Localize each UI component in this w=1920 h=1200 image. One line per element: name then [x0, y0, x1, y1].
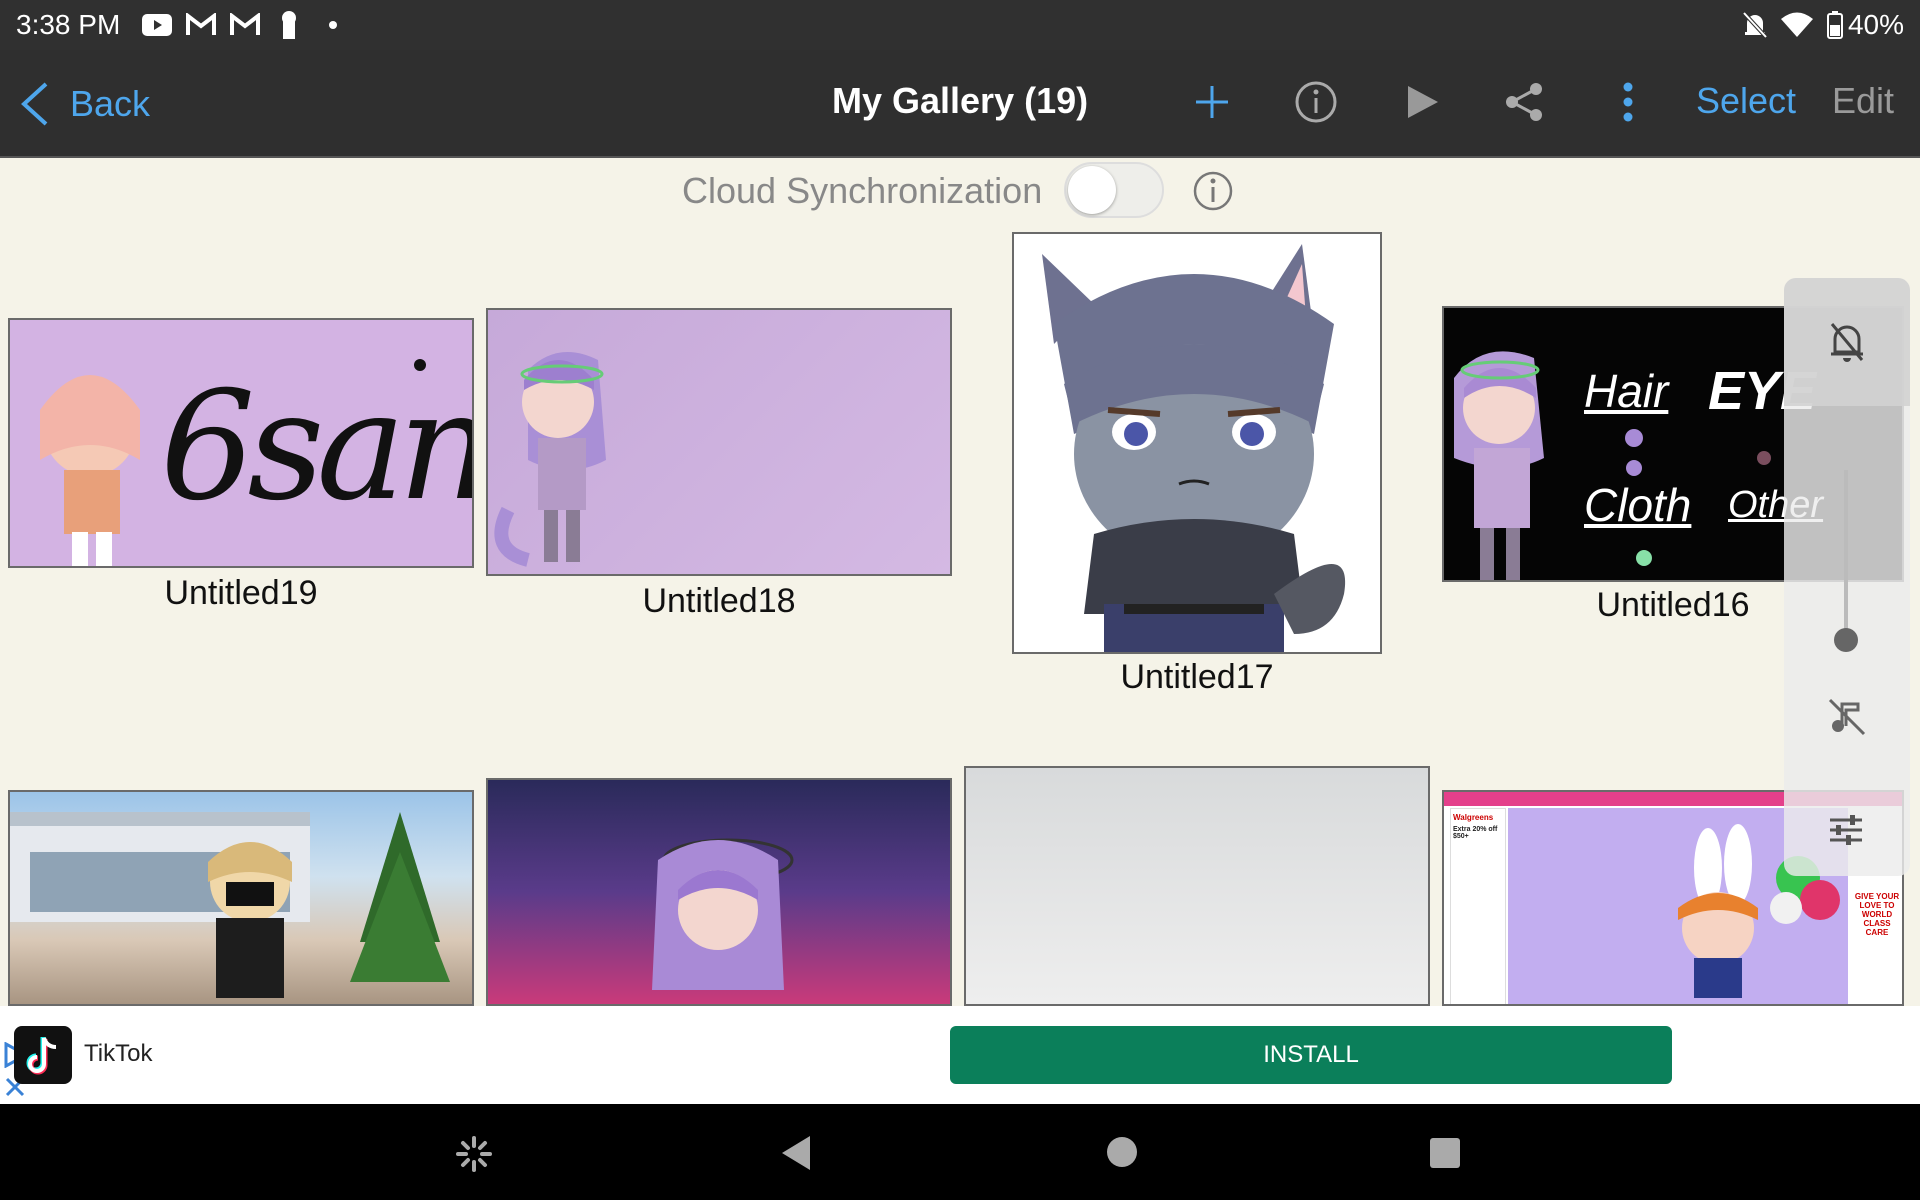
battery-icon	[1818, 10, 1852, 40]
gallery-thumbnail[interactable]	[486, 308, 952, 576]
info-button[interactable]	[1286, 72, 1346, 132]
volume-panel	[1784, 278, 1910, 876]
status-time: 3:38 PM	[16, 9, 121, 40]
navigation-bar	[0, 1104, 1920, 1200]
play-icon	[1408, 86, 1438, 118]
dot-icon	[316, 10, 350, 40]
gallery-thumbnail[interactable]	[486, 778, 952, 1006]
gallery-thumbnail[interactable]	[1012, 232, 1382, 654]
thumbnail-text: 6san	[160, 360, 474, 534]
share-icon	[1506, 83, 1542, 121]
more-vertical-icon	[1623, 82, 1633, 122]
gallery-item-title: Untitled17	[1120, 658, 1274, 696]
top-bar: Back My Gallery (19) Select Edit	[0, 50, 1920, 158]
youtube-icon	[140, 10, 174, 40]
gmail-icon	[228, 10, 262, 40]
ad-banner: TikTok INSTALL	[0, 1006, 1920, 1104]
info-icon	[1193, 171, 1233, 211]
gmail-icon	[184, 10, 218, 40]
nav-recents-button[interactable]	[1430, 1138, 1460, 1173]
ad-app-name: TikTok	[84, 1040, 153, 1067]
music-off-icon	[1828, 698, 1866, 736]
sound-settings-button[interactable]	[1828, 814, 1864, 851]
accessibility-button[interactable]	[454, 1134, 494, 1179]
bell-off-icon	[1738, 10, 1772, 40]
gallery-thumbnail[interactable]: 6san	[8, 318, 474, 568]
character-art	[652, 838, 794, 990]
ringer-mode-button[interactable]	[1784, 278, 1910, 406]
accessibility-icon	[456, 1136, 492, 1172]
keyhole-icon	[272, 10, 306, 40]
cloud-sync-row: Cloud Synchronization	[0, 160, 1920, 220]
character-art	[494, 352, 606, 567]
cloud-sync-info-button[interactable]	[1192, 170, 1234, 217]
add-button[interactable]	[1182, 72, 1242, 132]
status-bar: 3:38 PM 40%	[0, 0, 1920, 50]
info-icon	[1295, 81, 1337, 123]
battery-percent: 40%	[1847, 9, 1904, 40]
wifi-icon	[1780, 10, 1814, 40]
volume-slider-thumb[interactable]	[1834, 628, 1858, 652]
volume-slider-track[interactable]	[1844, 470, 1848, 630]
chevron-left-icon	[21, 82, 48, 126]
home-circle-icon	[1107, 1137, 1137, 1167]
edit-button[interactable]: Edit	[1832, 80, 1894, 122]
media-mute-button[interactable]	[1826, 696, 1868, 743]
gallery-item-title: Untitled19	[164, 574, 318, 612]
ad-sidebar: Walgreens Extra 20% off $50+	[1450, 808, 1506, 1004]
nav-back-button[interactable]	[780, 1134, 814, 1177]
back-button[interactable]: Back	[18, 80, 150, 128]
thumbnail-text: Hair	[1584, 365, 1669, 417]
back-triangle-icon	[782, 1136, 810, 1170]
recents-square-icon	[1430, 1138, 1460, 1168]
equalizer-icon	[1830, 815, 1862, 845]
nav-home-button[interactable]	[1106, 1136, 1138, 1173]
back-label: Back	[70, 83, 151, 124]
toggle-knob	[1068, 166, 1116, 214]
gallery-thumbnail[interactable]	[8, 790, 474, 1006]
share-button[interactable]	[1494, 72, 1554, 132]
character-art	[10, 812, 450, 998]
ad-offer: Extra 20% off $50+	[1453, 826, 1498, 840]
bell-off-icon	[1830, 323, 1864, 362]
gallery-item-title: Untitled18	[642, 582, 796, 620]
more-button[interactable]	[1598, 72, 1658, 132]
character-art	[1042, 244, 1346, 652]
gallery-thumbnail[interactable]	[964, 766, 1430, 1006]
install-button[interactable]: INSTALL	[950, 1026, 1672, 1084]
cloud-sync-label: Cloud Synchronization	[682, 170, 1043, 211]
select-button[interactable]: Select	[1696, 80, 1796, 122]
ad-brand: Walgreens	[1453, 813, 1494, 822]
tiktok-logo-icon[interactable]	[14, 1026, 72, 1084]
thumbnail-text: Cloth	[1584, 479, 1692, 531]
ad-tagline: GIVE YOUR LOVE TO WORLD CLASS CARE	[1854, 892, 1900, 937]
cloud-sync-toggle[interactable]	[1064, 162, 1164, 218]
play-button[interactable]	[1392, 72, 1452, 132]
page-title: My Gallery (19)	[832, 80, 1089, 121]
add-icon	[1196, 86, 1228, 118]
